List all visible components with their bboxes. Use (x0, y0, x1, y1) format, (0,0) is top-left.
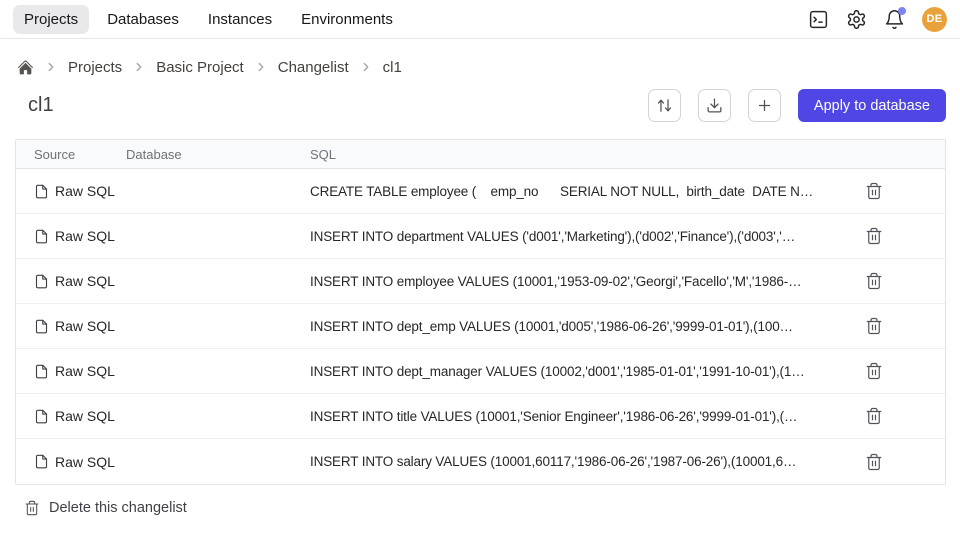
table-row[interactable]: Raw SQL INSERT INTO department VALUES ('… (16, 214, 945, 259)
source-cell: Raw SQL (34, 228, 126, 244)
table-row[interactable]: Raw SQL CREATE TABLE employee ( emp_no S… (16, 169, 945, 214)
breadcrumb: Projects Basic Project Changelist cl1 (0, 39, 960, 78)
sql-cell: INSERT INTO title VALUES (10001,'Senior … (310, 409, 845, 424)
delete-statement-button[interactable] (865, 181, 885, 201)
nav-tabs: Projects Databases Instances Environment… (13, 5, 404, 34)
delete-statement-button[interactable] (865, 452, 885, 472)
file-icon (34, 364, 49, 379)
source-cell: Raw SQL (34, 273, 126, 289)
file-icon (34, 319, 49, 334)
source-label: Raw SQL (55, 183, 115, 199)
title-row: cl1 Apply to database (0, 78, 960, 122)
source-label: Raw SQL (55, 228, 115, 244)
avatar[interactable]: DE (922, 7, 947, 32)
apply-to-database-button[interactable]: Apply to database (798, 89, 946, 122)
delete-statement-button[interactable] (865, 226, 885, 246)
table-row[interactable]: Raw SQL INSERT INTO employee VALUES (100… (16, 259, 945, 304)
trash-icon (24, 500, 40, 516)
source-cell: Raw SQL (34, 183, 126, 199)
changelist-table: Source Database SQL Raw SQL CREATE TABLE… (15, 139, 946, 485)
export-download-button[interactable] (698, 89, 731, 122)
file-icon (34, 184, 49, 199)
source-label: Raw SQL (55, 318, 115, 334)
file-icon (34, 274, 49, 289)
delete-statement-button[interactable] (865, 271, 885, 291)
nav-icon-group: DE (808, 7, 947, 32)
delete-statement-button[interactable] (865, 406, 885, 426)
delete-changelist-label: Delete this changelist (49, 500, 187, 516)
nav-tab-environments[interactable]: Environments (290, 5, 404, 34)
breadcrumb-cl1[interactable]: cl1 (383, 59, 402, 76)
source-cell: Raw SQL (34, 363, 126, 379)
breadcrumb-changelist[interactable]: Changelist (278, 59, 349, 76)
nav-tab-databases[interactable]: Databases (96, 5, 190, 34)
sql-cell: INSERT INTO dept_emp VALUES (10001,'d005… (310, 319, 845, 334)
sql-cell: INSERT INTO dept_manager VALUES (10002,'… (310, 364, 845, 379)
breadcrumb-basic-project[interactable]: Basic Project (156, 59, 244, 76)
reorder-button[interactable] (648, 89, 681, 122)
action-buttons: Apply to database (648, 89, 946, 122)
page-title: cl1 (28, 94, 54, 117)
source-cell: Raw SQL (34, 408, 126, 424)
delete-statement-button[interactable] (865, 361, 885, 381)
delete-statement-button[interactable] (865, 316, 885, 336)
file-icon (34, 454, 49, 469)
delete-changelist-button[interactable]: Delete this changelist (24, 500, 960, 516)
sql-editor-terminal-icon[interactable] (808, 9, 829, 30)
home-icon[interactable] (17, 59, 34, 76)
column-header-sql: SQL (310, 147, 845, 162)
chevron-right-icon (132, 60, 146, 74)
chevron-right-icon (44, 60, 58, 74)
table-row[interactable]: Raw SQL INSERT INTO dept_emp VALUES (100… (16, 304, 945, 349)
source-cell: Raw SQL (34, 454, 126, 470)
source-label: Raw SQL (55, 363, 115, 379)
sql-cell: CREATE TABLE employee ( emp_no SERIAL NO… (310, 184, 845, 199)
source-label: Raw SQL (55, 273, 115, 289)
add-change-button[interactable] (748, 89, 781, 122)
file-icon (34, 409, 49, 424)
breadcrumb-projects[interactable]: Projects (68, 59, 122, 76)
source-label: Raw SQL (55, 454, 115, 470)
top-nav: Projects Databases Instances Environment… (0, 0, 960, 39)
table-row[interactable]: Raw SQL INSERT INTO title VALUES (10001,… (16, 394, 945, 439)
chevron-right-icon (359, 60, 373, 74)
column-header-source: Source (34, 147, 126, 162)
sql-cell: INSERT INTO department VALUES ('d001','M… (310, 229, 845, 244)
file-icon (34, 229, 49, 244)
table-row[interactable]: Raw SQL INSERT INTO salary VALUES (10001… (16, 439, 945, 484)
source-cell: Raw SQL (34, 318, 126, 334)
nav-tab-projects[interactable]: Projects (13, 5, 89, 34)
source-label: Raw SQL (55, 408, 115, 424)
sql-cell: INSERT INTO employee VALUES (10001,'1953… (310, 274, 845, 289)
table-header: Source Database SQL (16, 140, 945, 169)
notifications-bell-icon[interactable] (884, 9, 905, 30)
notification-dot (898, 7, 906, 15)
table-row[interactable]: Raw SQL INSERT INTO dept_manager VALUES … (16, 349, 945, 394)
chevron-right-icon (254, 60, 268, 74)
settings-gear-icon[interactable] (846, 9, 867, 30)
nav-tab-instances[interactable]: Instances (197, 5, 283, 34)
column-header-database: Database (126, 147, 310, 162)
sql-cell: INSERT INTO salary VALUES (10001,60117,'… (310, 454, 845, 469)
